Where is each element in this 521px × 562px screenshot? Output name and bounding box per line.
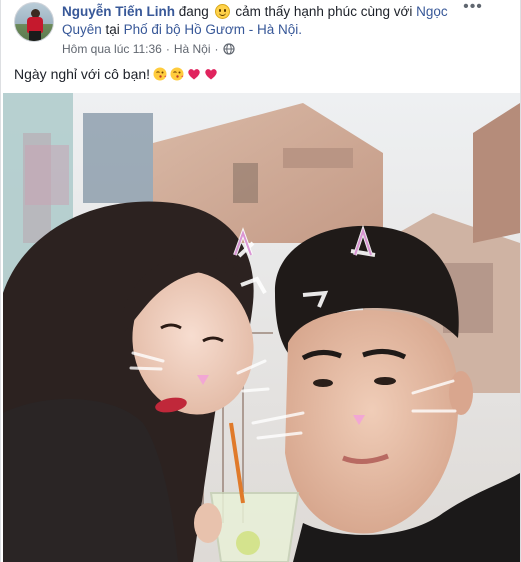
- activity-text: cảm thấy hạnh phúc cùng với: [235, 4, 413, 19]
- more-options-button[interactable]: •••: [462, 0, 484, 16]
- author-avatar[interactable]: [14, 2, 54, 42]
- globe-icon[interactable]: [222, 43, 235, 55]
- post-message-text: Ngày nghỉ với cô bạn!: [14, 66, 151, 82]
- post-meta: Hôm qua lúc 11:36 · Hà Nội ·: [62, 42, 482, 56]
- post-timestamp[interactable]: Hôm qua lúc 11:36: [62, 42, 162, 56]
- kiss-face-icon: [153, 67, 167, 81]
- post-header-text: Nguyễn Tiến Linh đang cảm thấy hạnh phúc…: [62, 3, 482, 56]
- post-activity-line: Nguyễn Tiến Linh đang cảm thấy hạnh phúc…: [62, 3, 482, 39]
- happy-face-icon: [214, 4, 230, 19]
- feed-post: Nguyễn Tiến Linh đang cảm thấy hạnh phúc…: [0, 0, 521, 562]
- author-name-link[interactable]: Nguyễn Tiến Linh: [62, 4, 175, 19]
- post-message: Ngày nghỉ với cô bạn!: [14, 66, 218, 82]
- post-photo[interactable]: [3, 93, 520, 562]
- at-word: tại: [105, 22, 120, 37]
- selfie-photo: [3, 93, 520, 562]
- activity-prefix: đang: [178, 4, 209, 19]
- post-location[interactable]: Hà Nội: [174, 42, 211, 56]
- kiss-face-icon: [170, 67, 184, 81]
- post-header: Nguyễn Tiến Linh đang cảm thấy hạnh phúc…: [14, 0, 494, 62]
- red-heart-icon: [205, 69, 217, 80]
- place-link[interactable]: Phố đi bộ Hồ Gươm - Hà Nội.: [124, 22, 302, 37]
- meta-separator: ·: [165, 42, 170, 56]
- meta-separator-2: ·: [214, 42, 219, 56]
- red-heart-icon: [188, 69, 200, 80]
